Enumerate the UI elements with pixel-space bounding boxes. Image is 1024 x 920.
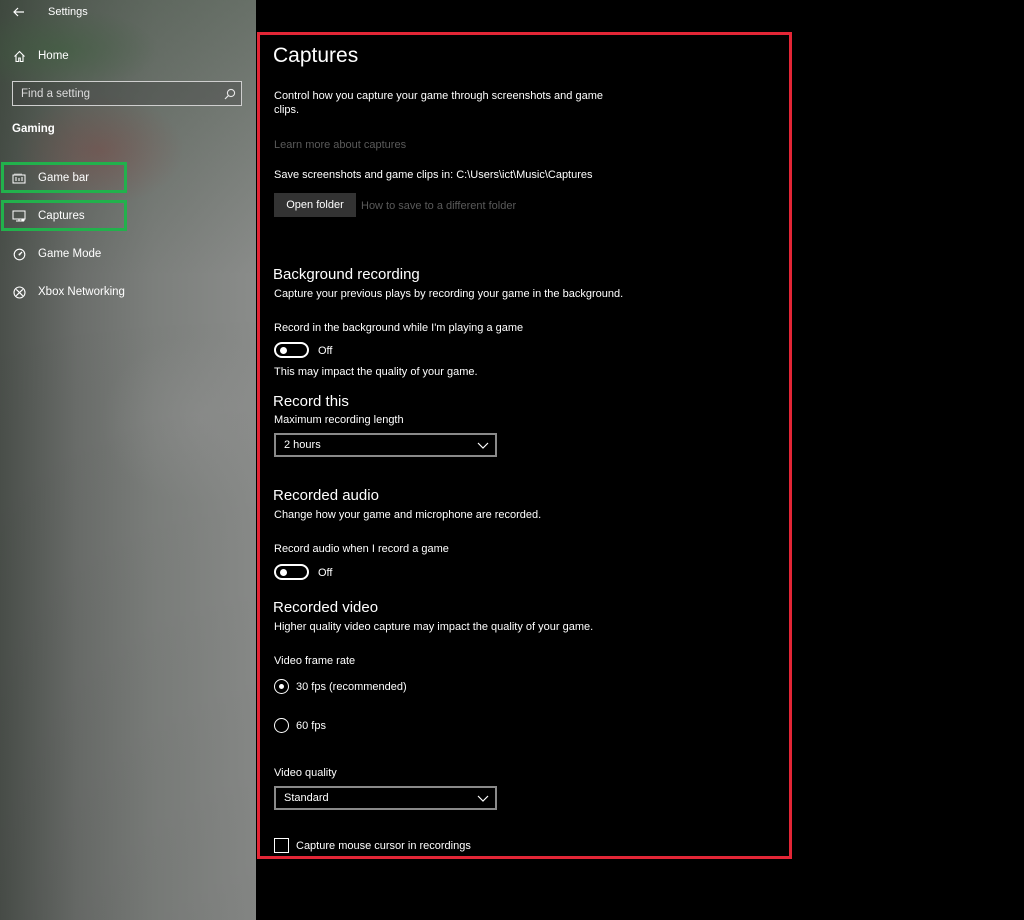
intro-text-line2: clips. [274,104,300,116]
radio-30fps[interactable] [274,679,289,694]
background-note: This may impact the quality of your game… [274,366,478,378]
radio-60fps[interactable] [274,718,289,733]
sidebar-item-xbox-networking[interactable]: Xbox Networking [0,278,256,306]
home-icon [12,49,26,63]
video-quality-label: Video quality [274,767,337,779]
app-title: Settings [48,6,88,18]
title-bar: Settings [0,0,256,24]
capture-cursor-checkbox[interactable] [274,838,289,853]
chevron-down-icon [477,795,489,802]
toggle-knob [280,569,287,576]
radio-30fps-label[interactable]: 30 fps (recommended) [296,680,407,694]
save-path-text: Save screenshots and game clips in: C:\U… [274,169,593,181]
learn-more-link[interactable]: Learn more about captures [274,138,406,152]
sidebar: Settings Home Gaming Game bar Captures G… [0,0,256,920]
radio-60fps-label[interactable]: 60 fps [296,719,326,733]
chevron-down-icon [477,442,489,449]
audio-toggle-state: Off [318,567,333,579]
recorded-video-description: Higher quality video capture may impact … [274,621,594,633]
background-toggle-label: Record in the background while I'm playi… [274,322,524,334]
game-mode-icon [12,247,26,261]
background-recording-description: Capture your previous plays by recording… [274,288,624,300]
record-audio-toggle[interactable] [274,564,309,580]
search-field[interactable] [12,81,242,106]
frame-rate-label: Video frame rate [274,655,356,667]
sidebar-item-captures[interactable]: Captures [0,202,256,230]
recorded-video-heading: Recorded video [273,599,379,616]
game-bar-icon [12,171,26,185]
sidebar-item-game-mode[interactable]: Game Mode [0,240,256,268]
capture-cursor-label[interactable]: Capture mouse cursor in recordings [296,839,471,853]
audio-toggle-label: Record audio when I record a game [274,543,449,555]
recorded-audio-heading: Recorded audio [273,487,379,504]
back-arrow-icon [13,7,24,17]
how-to-save-link[interactable]: How to save to a different folder [361,199,516,213]
sidebar-item-game-bar[interactable]: Game bar [0,164,256,192]
intro-text-line1: Control how you capture your game throug… [274,90,603,102]
background-recording-toggle[interactable] [274,342,309,358]
dropdown-value: 2 hours [284,439,321,451]
page-title: Captures [273,44,359,67]
sidebar-item-label: Home [38,50,69,62]
video-quality-dropdown[interactable]: Standard [274,786,497,810]
background-recording-heading: Background recording [273,266,420,283]
sidebar-item-home[interactable]: Home [0,42,256,70]
back-button[interactable] [0,0,38,24]
max-recording-length-label: Maximum recording length [274,414,404,426]
sidebar-item-label: Xbox Networking [38,286,125,298]
search-icon[interactable] [219,83,241,105]
sidebar-item-label: Game Mode [38,248,102,260]
toggle-knob [280,347,287,354]
dropdown-value: Standard [284,792,329,804]
recorded-audio-description: Change how your game and microphone are … [274,509,542,521]
max-recording-length-dropdown[interactable]: 2 hours [274,433,497,457]
open-folder-button[interactable]: Open folder [274,193,356,217]
record-this-heading: Record this [273,393,349,410]
section-heading: Gaming [12,123,55,135]
xbox-icon [12,285,26,299]
background-toggle-state: Off [318,345,333,357]
sidebar-item-label: Captures [38,210,85,222]
sidebar-item-label: Game bar [38,172,90,184]
search-input[interactable] [13,87,219,100]
captures-icon [12,209,26,223]
radio-selected-dot [278,683,284,689]
